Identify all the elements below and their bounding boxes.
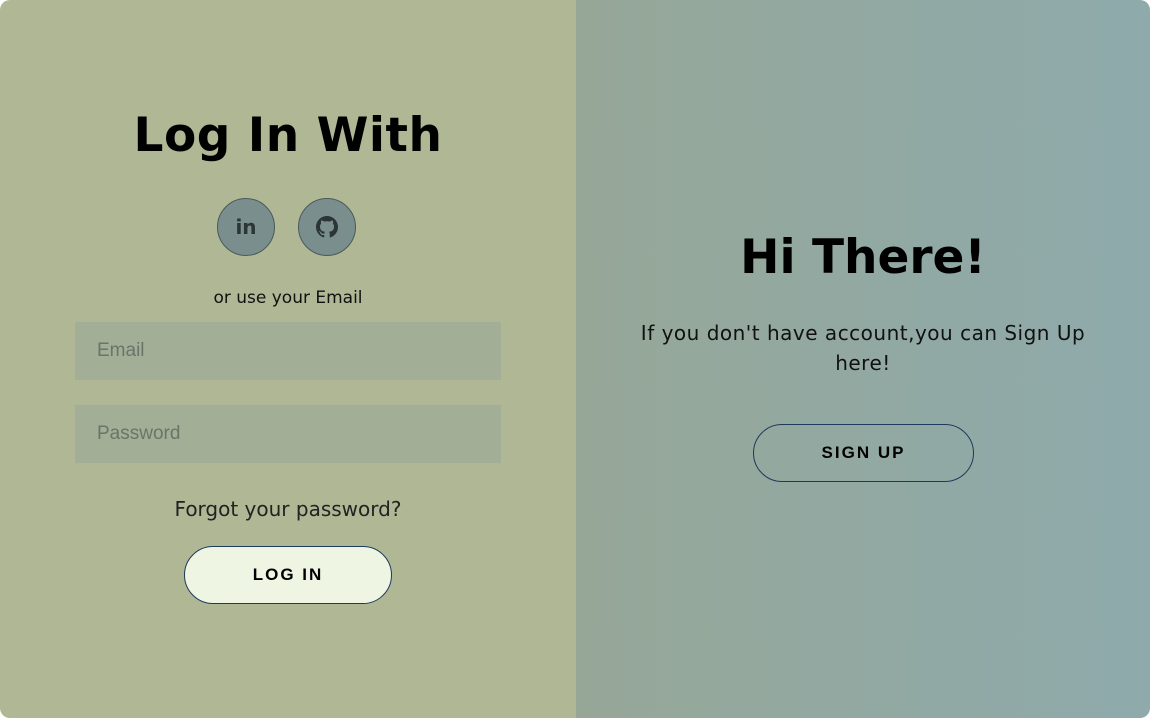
email-field[interactable] — [75, 322, 501, 380]
login-button[interactable]: LOG IN — [184, 546, 392, 604]
linkedin-button[interactable]: in — [217, 198, 275, 256]
login-title: Log In With — [133, 108, 443, 163]
auth-container: Log In With in or use your Email Forgot … — [0, 0, 1150, 718]
signup-button[interactable]: SIGN UP — [753, 424, 974, 482]
linkedin-icon: in — [235, 215, 257, 239]
signup-description: If you don't have account,you can Sign U… — [640, 321, 1086, 375]
github-button[interactable] — [298, 198, 356, 256]
login-panel: Log In With in or use your Email Forgot … — [0, 0, 576, 718]
signup-title: Hi There! — [740, 230, 986, 285]
or-use-email-text: or use your Email — [213, 288, 363, 308]
password-field[interactable] — [75, 405, 501, 463]
forgot-password-link[interactable]: Forgot your password? — [0, 497, 576, 521]
github-icon — [316, 216, 338, 238]
